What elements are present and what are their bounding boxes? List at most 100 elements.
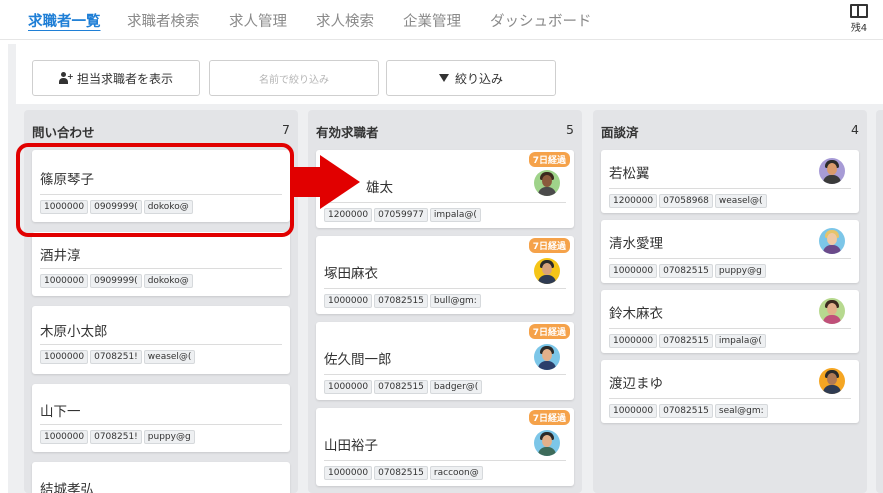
main-area: + 担当求職者を表示 名前で絞り込み 絞り込み 問い合わせ 7 篠原琴子 100… [8,44,883,493]
column-count: 4 [851,122,859,137]
elapsed-badge: 7日経過 [528,324,570,339]
card-info-chips: 1200000 07058968 weasel@( [609,194,769,208]
quota-indicator[interactable]: 残4 [845,4,873,34]
card-info-chips: 1000000 07082515 bull@gm: [324,294,484,308]
show-assigned-label: 担当求職者を表示 [76,71,173,86]
nav-tab-jobseeker-search[interactable]: 求職者検索 [127,10,200,31]
jobseeker-name: 塚田麻衣 [324,266,378,282]
top-nav: 求職者一覧 求職者検索 求人管理 求人検索 企業管理 ダッシュボード 残4 [0,0,883,40]
filter-label: 絞り込み [454,71,503,86]
card-info-chips: 1000000 07082515 impala@( [609,334,769,348]
elapsed-badge: 7日経過 [528,238,570,253]
chip-email: raccoon@ [429,466,483,480]
jobseeker-card[interactable]: 清水愛理 1000000 07082515 puppy@g [601,220,859,283]
jobseeker-card[interactable]: 7日経過 佐久間一郎 1000000 07082515 badger@( [316,322,574,400]
card-divider [324,374,566,375]
card-info-chips: 1000000 07082515 raccoon@ [324,466,484,480]
column-interviewed: 面談済 4 若松翼 1200000 07058968 weasel@( 清水愛理… [593,110,867,493]
avatar [819,298,845,324]
jobseeker-card[interactable]: 結城孝弘 [32,462,290,493]
nav-tab-job-search[interactable]: 求人検索 [316,10,374,31]
card-divider [324,288,566,289]
show-assigned-button[interactable]: + 担当求職者を表示 [32,60,200,96]
arrow-shaft [292,167,322,197]
column-title: 問い合わせ [32,125,95,140]
jobseeker-name: 山下一 [40,404,81,420]
nav-tab-job-management[interactable]: 求人管理 [229,10,287,31]
chip-email: badger@( [429,380,483,394]
jobseeker-card[interactable]: 7日経過 山田裕子 1000000 07082515 raccoon@ [316,408,574,486]
elapsed-badge: 7日経過 [528,410,570,425]
jobseeker-card[interactable]: 酒井淳 1000000 0909999( dokoko@ [32,232,290,296]
chip-email: puppy@g [143,430,195,444]
person-plus-icon: + [58,72,74,84]
chip-phone: 0708251! [90,350,142,364]
jobseeker-card[interactable]: 若松翼 1200000 07058968 weasel@( [601,150,859,213]
card-divider [40,424,282,425]
filter-icon [438,74,449,82]
card-info-chips: 1000000 07082515 badger@( [324,380,484,394]
avatar [819,158,845,184]
card-divider [40,268,282,269]
chip-phone: 07058968 [659,194,713,208]
jobseeker-card[interactable]: 鈴木麻衣 1000000 07082515 impala@( [601,290,859,353]
chip-salary: 1000000 [40,350,89,364]
chip-salary: 1000000 [609,404,658,418]
toolbar: + 担当求職者を表示 名前で絞り込み 絞り込み [16,44,883,104]
elapsed-badge: 7日経過 [528,152,570,167]
column-header: 問い合わせ 7 [24,122,298,140]
card-divider [609,328,851,329]
card-info-chips: 1000000 0909999( dokoko@ [40,274,200,288]
card-divider [324,202,566,203]
column-title: 有効求職者 [316,125,379,140]
chip-email: impala@( [714,334,766,348]
jobseeker-name: 佐久間一郎 [324,352,392,368]
card-info-chips: 1000000 0708251! puppy@g [40,430,200,444]
avatar [534,430,560,456]
card-info-chips: 1000000 0708251! weasel@( [40,350,200,364]
highlight-frame [16,143,294,237]
jobseeker-card[interactable]: 木原小太郎 1000000 0708251! weasel@( [32,306,290,374]
jobseeker-name: 若松翼 [609,166,650,182]
column-header: 面談済 4 [593,122,867,140]
jobseeker-card[interactable]: 山下一 1000000 0708251! puppy@g [32,384,290,452]
column-count: 7 [282,122,290,137]
chip-phone: 0909999( [90,274,142,288]
nav-tab-company-management[interactable]: 企業管理 [403,10,461,31]
chip-phone: 07082515 [374,466,428,480]
jobseeker-card[interactable]: 7日経過 塚田麻衣 1000000 07082515 bull@gm: [316,236,574,314]
chip-phone: 07082515 [659,404,713,418]
card-info-chips: 1000000 07082515 puppy@g [609,264,769,278]
arrow-right-icon [320,155,360,209]
chip-phone: 07082515 [374,380,428,394]
chip-salary: 1000000 [609,264,658,278]
name-filter-placeholder: 名前で絞り込み [259,74,329,86]
name-filter-input[interactable]: 名前で絞り込み [209,60,379,96]
nav-tab-jobseeker-list[interactable]: 求職者一覧 [28,10,101,31]
avatar [534,258,560,284]
card-divider [609,398,851,399]
card-divider [324,460,566,461]
chip-email: puppy@g [714,264,766,278]
filter-button[interactable]: 絞り込み [386,60,556,96]
jobseeker-name: 雄太 [366,180,393,196]
chip-phone: 0708251! [90,430,142,444]
nav-tab-dashboard[interactable]: ダッシュボード [490,10,592,31]
column-header: 有効求職者 5 [308,122,582,140]
card-info-chips: 1200000 07059977 impala@( [324,208,484,222]
jobseeker-name: 清水愛理 [609,236,663,252]
chip-email: weasel@( [143,350,196,364]
jobseeker-card[interactable]: 渡辺まゆ 1000000 07082515 seal@gm: [601,360,859,423]
jobseeker-name: 鈴木麻衣 [609,306,663,322]
avatar [534,344,560,370]
chip-salary: 1200000 [324,208,373,222]
chip-email: seal@gm: [714,404,768,418]
jobseeker-name: 渡辺まゆ [609,376,663,392]
book-icon [850,4,868,18]
card-divider [40,344,282,345]
jobseeker-name: 酒井淳 [40,248,81,264]
chip-salary: 1000000 [40,274,89,288]
chip-salary: 1000000 [609,334,658,348]
card-divider [609,258,851,259]
chip-email: bull@gm: [429,294,481,308]
